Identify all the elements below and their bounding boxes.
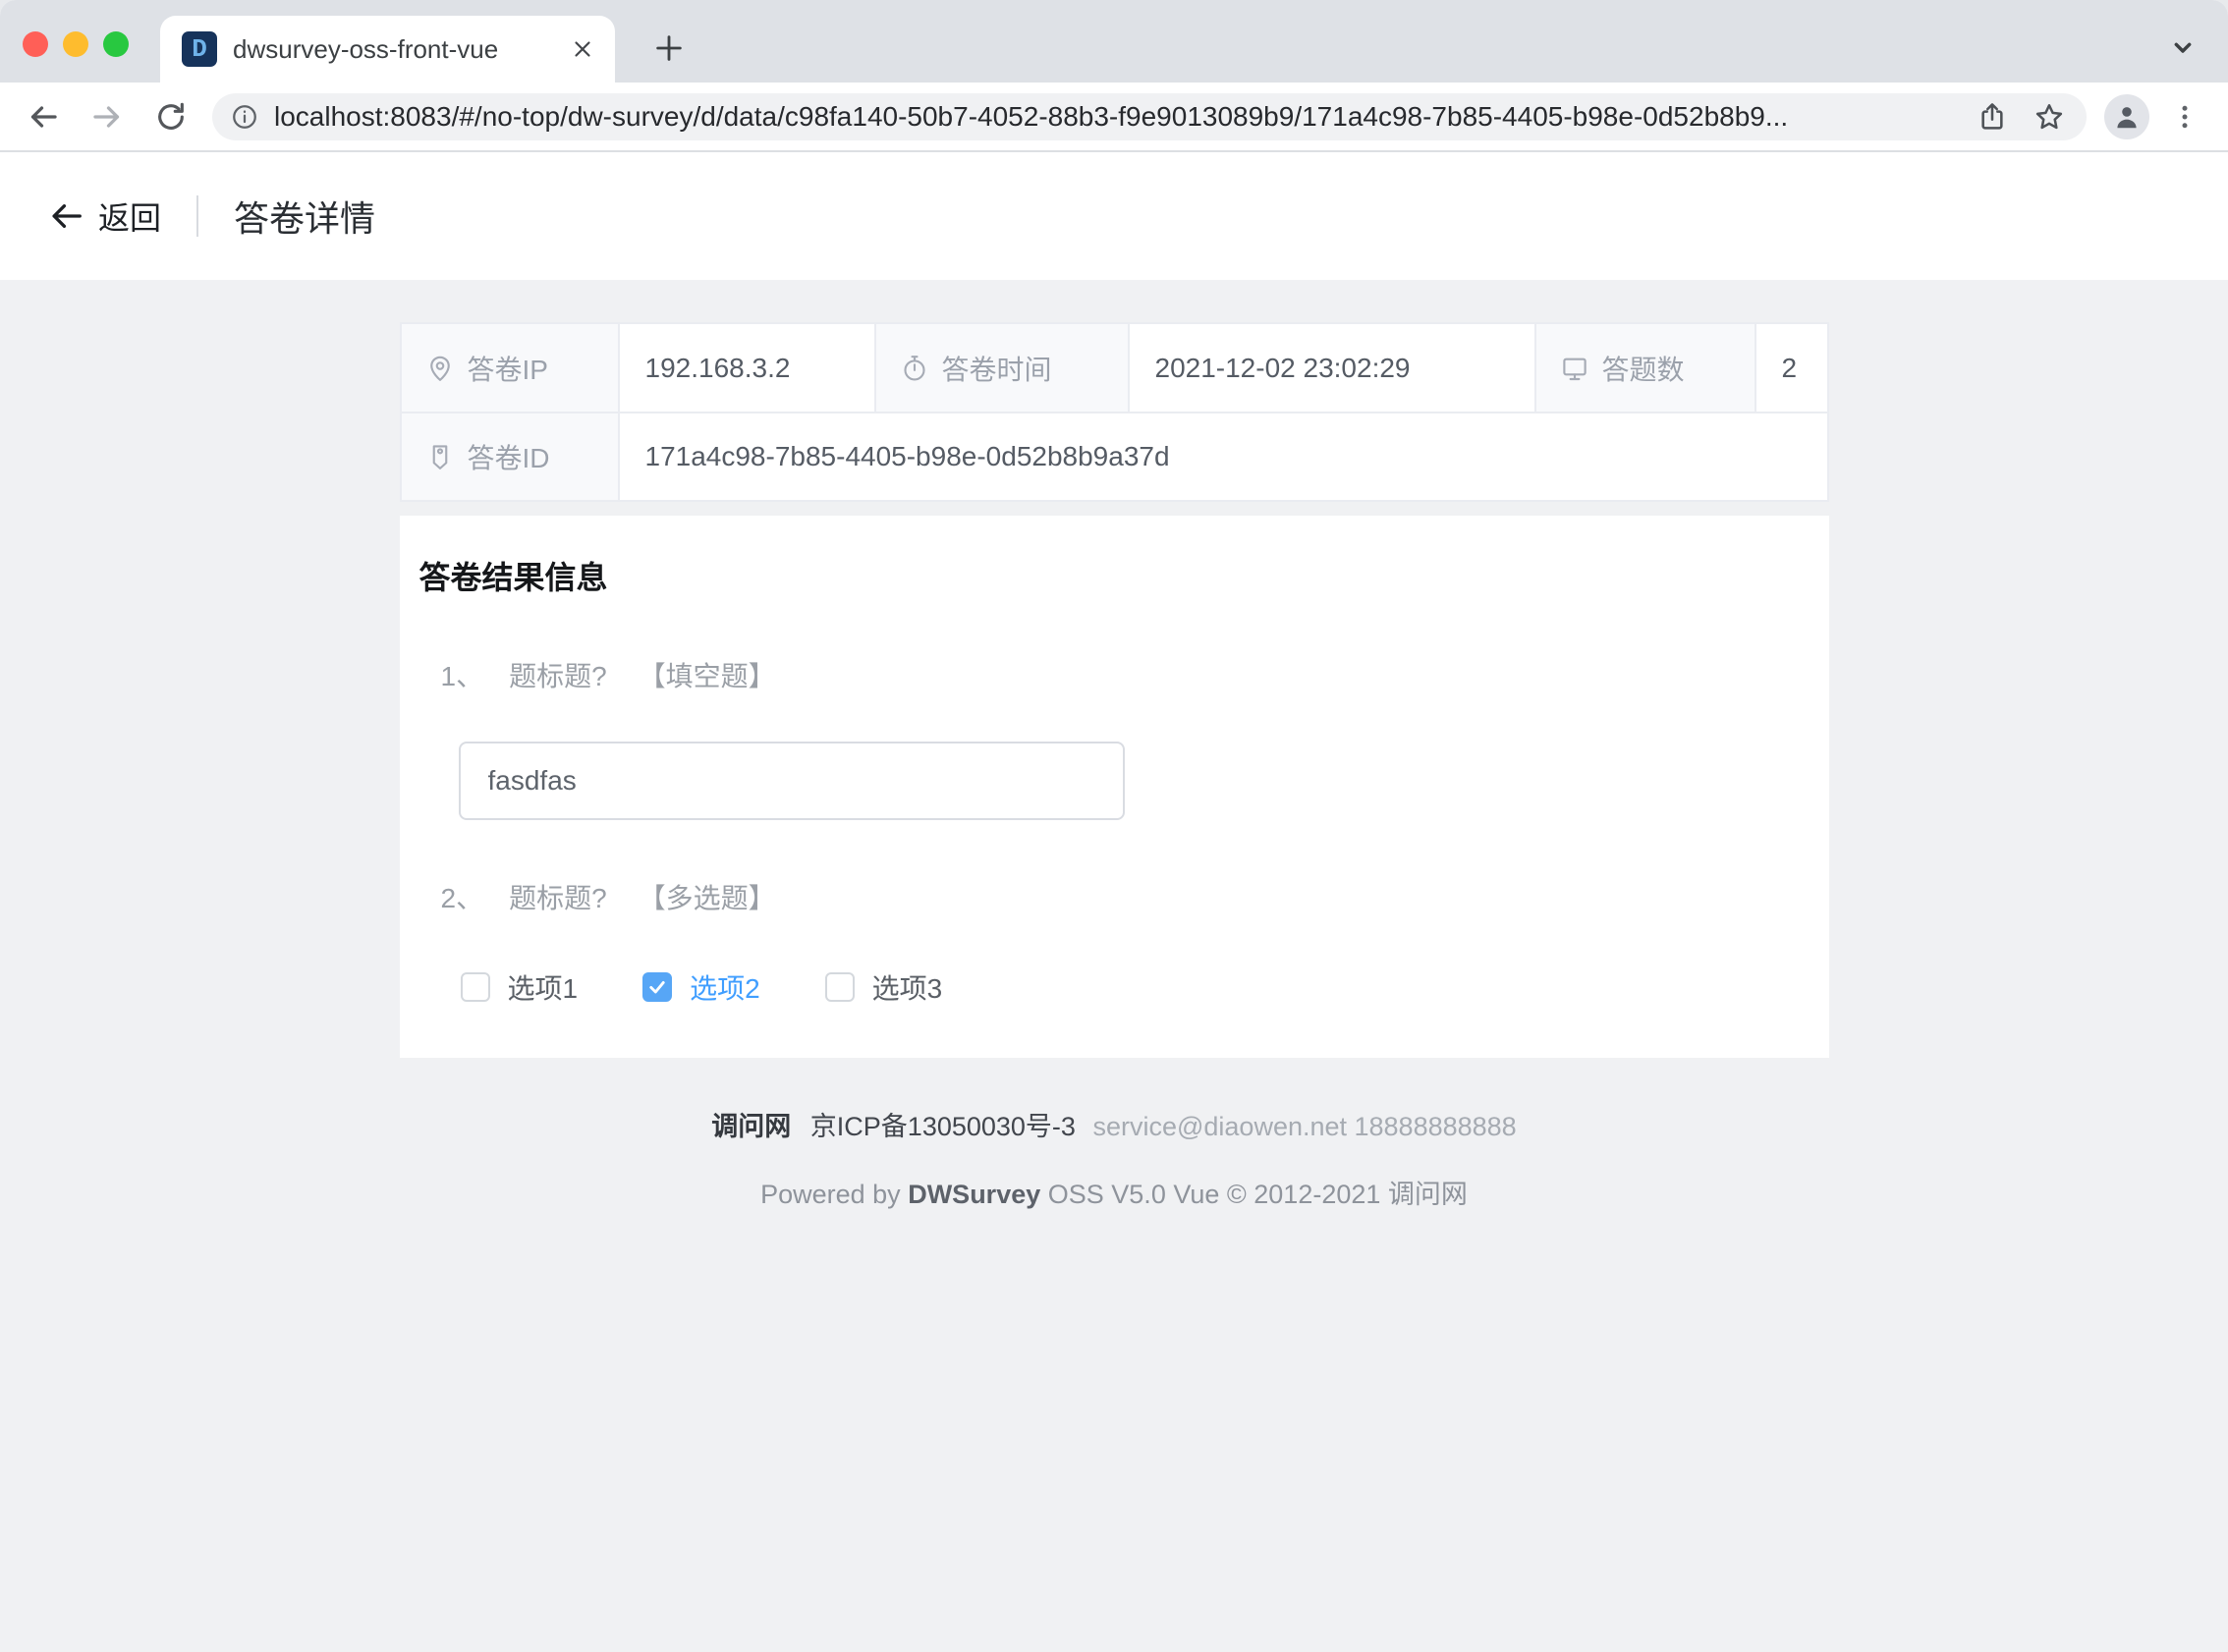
location-pin-icon [425,354,455,383]
header-divider [196,195,198,237]
answer-info-table: 答卷IP 192.168.3.2 答卷时间 2021-12-02 23:02:2… [400,322,1829,502]
option-label: 选项1 [508,967,579,1007]
checkbox-unchecked-icon[interactable] [461,972,490,1002]
back-icon[interactable] [18,91,69,142]
answer-time-label: 答卷时间 [942,349,1052,388]
answer-ip-value-cell: 192.168.3.2 [620,324,876,413]
answer-count-value-cell: 2 [1756,324,1829,413]
footer-icp[interactable]: 京ICP备13050030号-3 [810,1112,1076,1141]
browser-tab[interactable]: D dwsurvey-oss-front-vue [160,16,615,83]
url-text[interactable]: localhost:8083/#/no-top/dw-survey/d/data… [274,101,1951,133]
tab-title: dwsurvey-oss-front-vue [233,34,570,65]
answer-time-value-cell: 2021-12-02 23:02:29 [1130,324,1536,413]
powered-prefix: Powered by [760,1180,901,1209]
tab-strip: D dwsurvey-oss-front-vue [0,0,2228,83]
option-3[interactable]: 选项3 [825,967,943,1007]
browser-toolbar: localhost:8083/#/no-top/dw-survey/d/data… [0,83,2228,152]
star-icon[interactable] [2033,101,2065,133]
answer-count-label: 答题数 [1602,349,1685,388]
new-tab-button[interactable] [643,23,695,74]
site-footer: 调问网 京ICP备13050030号-3 service@diaowen.net… [400,1105,1829,1143]
page-title: 答卷详情 [234,191,375,242]
option-2[interactable]: 选项2 [642,967,760,1007]
powered-suffix: OSS V5.0 Vue © 2012-2021 调问网 [1048,1180,1468,1209]
page-header: 返回 答卷详情 [0,152,2228,280]
address-bar[interactable]: localhost:8083/#/no-top/dw-survey/d/data… [212,93,2087,140]
multi-choice-options: 选项1 选项2 选项3 [461,967,1829,1007]
question-type-tag: 【填空题】 [639,655,776,694]
footer-contact: service@diaowen.net 18888888888 [1092,1112,1516,1141]
answer-id-label-cell: 答卷ID [402,413,620,502]
minimize-window-button[interactable] [63,31,88,57]
answer-ip-label-cell: 答卷IP [402,324,620,413]
fill-blank-answer-input[interactable] [459,742,1125,820]
option-label: 选项3 [872,967,943,1007]
tag-icon [425,442,455,471]
question-number: 1、 [441,655,484,694]
close-window-button[interactable] [23,31,48,57]
table-row: 答卷IP 192.168.3.2 答卷时间 2021-12-02 23:02:2… [402,324,1829,413]
checkbox-unchecked-icon[interactable] [825,972,855,1002]
back-button[interactable]: 返回 [47,193,161,239]
question-text: 题标题? [509,877,607,916]
monitor-icon [1560,354,1589,383]
kebab-menu-icon[interactable] [2163,95,2206,138]
content-area: 答卷IP 192.168.3.2 答卷时间 2021-12-02 23:02:2… [0,280,2228,1652]
tab-search-chevron-icon[interactable] [2161,26,2204,69]
share-icon[interactable] [1977,101,2008,133]
close-tab-icon[interactable] [570,36,595,62]
info-icon[interactable] [230,102,259,132]
forward-icon [82,91,133,142]
option-1[interactable]: 选项1 [461,967,579,1007]
table-row: 答卷ID 171a4c98-7b85-4405-b98e-0d52b8b9a37… [402,413,1829,502]
checkbox-checked-icon[interactable] [642,972,672,1002]
reload-icon[interactable] [145,91,196,142]
back-arrow-icon [47,197,84,235]
browser-window: D dwsurvey-oss-front-vue localhost:80 [0,0,2228,1652]
answer-time-label-cell: 答卷时间 [876,324,1130,413]
answer-id-value-cell: 171a4c98-7b85-4405-b98e-0d52b8b9a37d [620,413,1829,502]
answer-count-label-cell: 答题数 [1536,324,1756,413]
favicon-icon: D [182,31,217,67]
option-label: 选项2 [690,967,760,1007]
question-type-tag: 【多选题】 [639,877,776,916]
powered-brand[interactable]: DWSurvey [908,1180,1040,1209]
question-text: 题标题? [509,655,607,694]
stopwatch-icon [900,354,929,383]
answer-result-card: 答卷结果信息 1、 题标题? 【填空题】 2、 题标题? 【多选题】 选项1 [400,516,1829,1058]
footer-brand: 调问网 [711,1112,791,1141]
back-label[interactable]: 返回 [98,193,161,239]
question-number: 2、 [441,877,484,916]
result-heading: 答卷结果信息 [419,553,1829,598]
answer-id-label: 答卷ID [468,437,550,476]
question-1-title: 1、 题标题? 【填空题】 [441,655,1829,694]
avatar[interactable] [2104,94,2149,139]
zoom-window-button[interactable] [103,31,129,57]
question-2-title: 2、 题标题? 【多选题】 [441,877,1829,916]
answer-ip-label: 答卷IP [468,349,548,388]
window-controls [23,31,129,57]
powered-by-line: Powered by DWSurvey OSS V5.0 Vue © 2012-… [400,1173,1829,1211]
